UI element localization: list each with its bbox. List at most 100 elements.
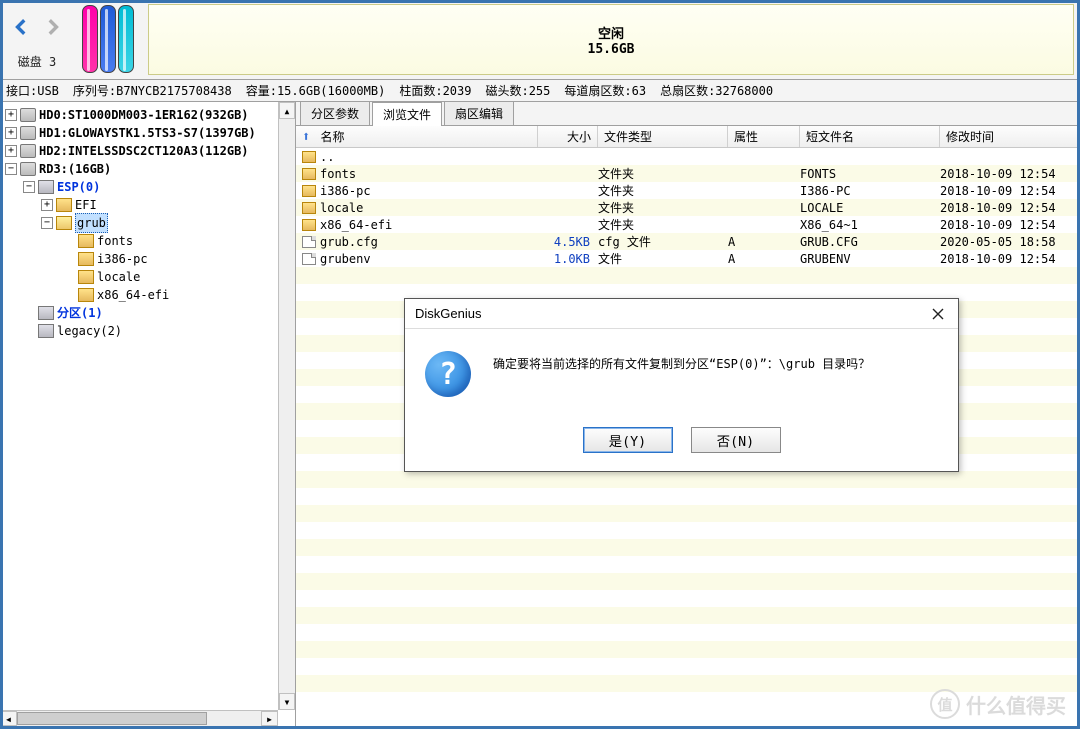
file-mtime: 2018-10-09 12:54 — [936, 184, 1076, 198]
usage-bar-1 — [82, 5, 98, 73]
tree-node-esp[interactable]: −ESP(0) — [2, 178, 293, 196]
disk-tree-pane: +HD0:ST1000DM003-1ER162(932GB) +HD1:GLOW… — [0, 102, 296, 726]
file-icon — [302, 253, 316, 265]
file-mtime: 2020-05-05 18:58 — [936, 235, 1076, 249]
tree-node-efi[interactable]: +EFI — [2, 196, 293, 214]
expand-icon[interactable]: + — [5, 109, 17, 121]
disk-icon — [20, 162, 36, 176]
collapse-icon[interactable]: − — [41, 217, 53, 229]
dialog-titlebar[interactable]: DiskGenius — [405, 299, 958, 329]
tree-node-hd2[interactable]: +HD2:INTELSSDSC2CT120A3(112GB) — [2, 142, 293, 160]
tab-browse-files[interactable]: 浏览文件 — [372, 102, 442, 126]
file-short: LOCALE — [796, 201, 936, 215]
folder-icon — [78, 288, 94, 302]
file-short: I386-PC — [796, 184, 936, 198]
file-row[interactable]: grubenv1.0KB文件AGRUBENV2018-10-09 12:54 — [296, 250, 1080, 267]
tree-node-hd0[interactable]: +HD0:ST1000DM003-1ER162(932GB) — [2, 106, 293, 124]
file-mtime: 2018-10-09 12:54 — [936, 218, 1076, 232]
tree-node-hd1[interactable]: +HD1:GLOWAYSTK1.5TS3-S7(1397GB) — [2, 124, 293, 142]
file-row[interactable]: .. — [296, 148, 1080, 165]
tree-node-grub[interactable]: − grub — [2, 214, 293, 232]
file-mtime: 2018-10-09 12:54 — [936, 167, 1076, 181]
empty-row — [296, 590, 1080, 607]
free-space-box[interactable]: 空闲 15.6GB — [148, 4, 1074, 75]
partition-icon — [38, 180, 54, 194]
expand-icon[interactable]: + — [5, 145, 17, 157]
total-sectors-label: 总扇区数:32768000 — [660, 82, 773, 99]
scroll-right-icon[interactable]: ▸ — [261, 711, 278, 726]
folder-open-icon — [56, 216, 72, 230]
column-header-mtime[interactable]: 修改时间 — [940, 126, 1080, 147]
folder-icon — [302, 219, 316, 231]
column-header-attr[interactable]: 属性 — [728, 126, 800, 147]
tab-sector-edit[interactable]: 扇区编辑 — [444, 102, 514, 125]
tree-node-locale[interactable]: locale — [2, 268, 293, 286]
empty-row — [296, 556, 1080, 573]
folder-icon — [78, 234, 94, 248]
file-row[interactable]: x86_64-efi文件夹X86_64~12018-10-09 12:54 — [296, 216, 1080, 233]
tree-horizontal-scrollbar[interactable]: ◂ ▸ — [0, 710, 278, 726]
free-label: 空闲 — [598, 23, 624, 42]
iface-label: 接口:USB — [6, 82, 59, 99]
dialog-yes-button[interactable]: 是(Y) — [583, 427, 673, 453]
file-row[interactable]: fonts文件夹FONTS2018-10-09 12:54 — [296, 165, 1080, 182]
column-header-short[interactable]: 短文件名 — [800, 126, 940, 147]
tree-node-rd3[interactable]: −RD3:(16GB) — [2, 160, 293, 178]
empty-row — [296, 267, 1080, 284]
disk-icon — [20, 108, 36, 122]
file-type: 文件夹 — [594, 165, 724, 182]
expand-icon[interactable]: + — [41, 199, 53, 211]
capacity-label: 容量:15.6GB(16000MB) — [246, 82, 386, 99]
file-name: locale — [320, 201, 363, 215]
file-attr: A — [724, 252, 796, 266]
disk-icon — [20, 144, 36, 158]
tree-node-part1[interactable]: 分区(1) — [2, 304, 293, 322]
folder-icon — [302, 185, 316, 197]
tree-node-x86[interactable]: x86_64-efi — [2, 286, 293, 304]
collapse-icon[interactable]: − — [23, 181, 35, 193]
column-header-size[interactable]: 大小 — [538, 126, 598, 147]
file-type: 文件 — [594, 250, 724, 267]
dialog-no-button[interactable]: 否(N) — [691, 427, 781, 453]
confirm-copy-dialog: DiskGenius ? 确定要将当前选择的所有文件复制到分区“ESP(0)”：… — [404, 298, 959, 472]
tree-node-i386[interactable]: i386-pc — [2, 250, 293, 268]
column-header-type[interactable]: 文件类型 — [598, 126, 728, 147]
file-row[interactable]: grub.cfg4.5KBcfg 文件AGRUB.CFG2020-05-05 1… — [296, 233, 1080, 250]
capacity-box: 空闲 15.6GB — [146, 2, 1076, 77]
empty-row — [296, 539, 1080, 556]
file-size: 1.0KB — [534, 252, 594, 266]
scroll-left-icon[interactable]: ◂ — [0, 711, 17, 726]
file-row[interactable]: locale文件夹LOCALE2018-10-09 12:54 — [296, 199, 1080, 216]
nav-forward-icon[interactable] — [43, 18, 61, 39]
file-row[interactable]: i386-pc文件夹I386-PC2018-10-09 12:54 — [296, 182, 1080, 199]
file-type: 文件夹 — [594, 199, 724, 216]
empty-row — [296, 624, 1080, 641]
tree-node-legacy[interactable]: legacy(2) — [2, 322, 293, 340]
file-short: X86_64~1 — [796, 218, 936, 232]
cylinders-label: 柱面数:2039 — [399, 82, 471, 99]
folder-icon — [302, 202, 316, 214]
dialog-close-button[interactable] — [922, 302, 954, 326]
usage-bar-2 — [100, 5, 116, 73]
tree-vertical-scrollbar[interactable]: ▴ ▾ — [278, 102, 295, 710]
disk-icon — [20, 126, 36, 140]
tree-node-fonts[interactable]: fonts — [2, 232, 293, 250]
tab-partition-params[interactable]: 分区参数 — [300, 102, 370, 125]
scroll-down-icon[interactable]: ▾ — [279, 693, 295, 710]
go-up-icon[interactable]: ⬆ — [302, 129, 310, 145]
dialog-message: 确定要将当前选择的所有文件复制到分区“ESP(0)”：\grub 目录吗？ — [493, 351, 870, 372]
file-short: FONTS — [796, 167, 936, 181]
column-header-name[interactable]: ⬆ 名称 — [296, 126, 538, 147]
folder-icon — [302, 151, 316, 163]
question-icon: ? — [425, 351, 471, 397]
close-icon — [932, 308, 944, 320]
scroll-thumb[interactable] — [17, 712, 207, 725]
tree-selected-label: grub — [75, 213, 108, 233]
expand-icon[interactable]: + — [5, 127, 17, 139]
nav-back-icon[interactable] — [13, 18, 31, 39]
collapse-icon[interactable]: − — [5, 163, 17, 175]
file-attr: A — [724, 235, 796, 249]
nav-group: 磁盘 3 — [4, 2, 70, 77]
empty-row — [296, 641, 1080, 658]
scroll-up-icon[interactable]: ▴ — [279, 102, 295, 119]
